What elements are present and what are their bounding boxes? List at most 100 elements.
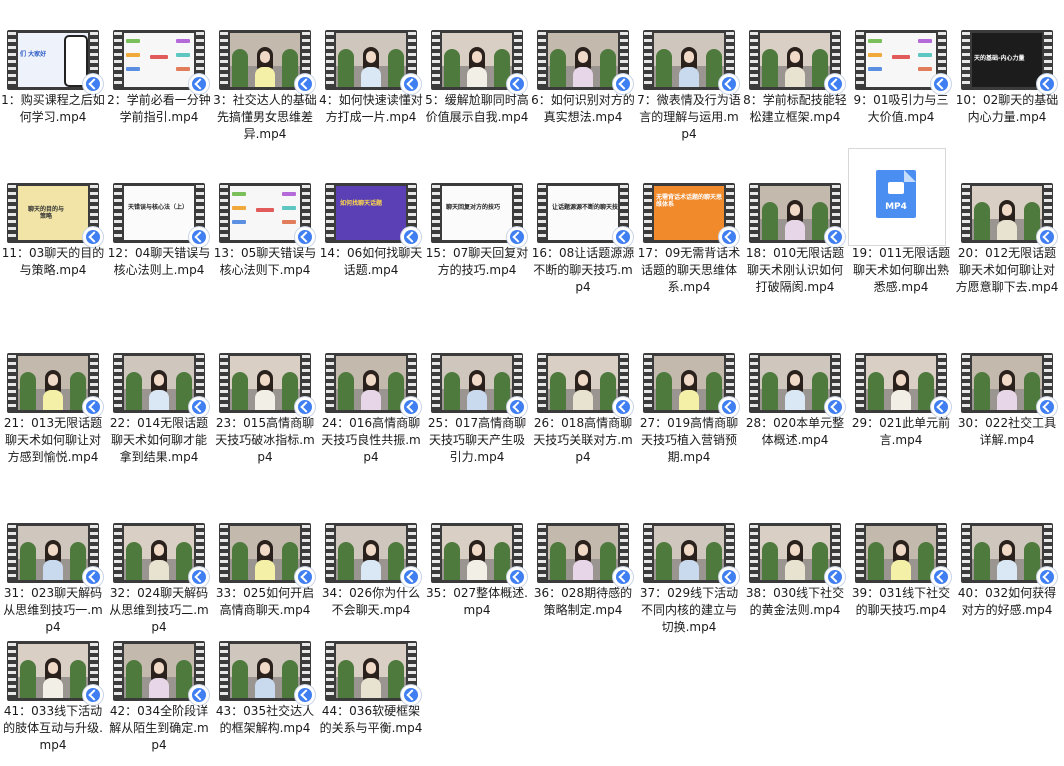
video-thumbnail[interactable]: 如何找聊天话题 [325,183,421,247]
plant-bg [974,372,990,410]
video-thumbnail[interactable]: MP4 [848,148,947,246]
video-thumbnail[interactable]: 无需背话术话题的聊天思维体系 [643,183,739,247]
file-name-label[interactable]: 38：030线下社交的黄金法则.mp4 [742,585,848,619]
file-name-label[interactable]: 20：012无限话题聊天术如何聊让对方愿意聊下去.mp4 [954,245,1060,296]
video-thumbnail[interactable] [749,183,845,247]
video-thumbnail[interactable] [219,523,315,587]
file-name-label[interactable]: 2：学前必看一分钟学前指引.mp4 [106,92,212,126]
file-name-label[interactable]: 44：036软硬框架的关系与平衡.mp4 [318,703,424,737]
file-name-label[interactable]: 17：09无需背话术话题的聊天思维体系.mp4 [636,245,742,296]
file-name-label[interactable]: 3：社交达人的基础先搞懂男女思维差异.mp4 [212,92,318,143]
file-name-label[interactable]: 5：缓解尬聊同时高价值展示自我.mp4 [424,92,530,126]
mp4-file-icon[interactable]: MP4 [848,148,946,246]
video-thumbnail[interactable] [855,353,951,417]
file-name-label[interactable]: 18：010无限话题聊天术刚认识如何打破隔阂.mp4 [742,245,848,296]
video-thumbnail[interactable] [219,30,315,94]
video-thumbnail[interactable]: 们 大家好 [7,30,103,94]
video-thumbnail[interactable] [855,30,951,94]
video-thumbnail[interactable] [749,353,845,417]
video-thumbnail[interactable] [537,353,633,417]
video-thumbnail[interactable] [961,353,1057,417]
video-thumbnail[interactable]: 聊天的目的与策略 [7,183,103,247]
video-thumbnail[interactable] [643,30,739,94]
file-name-label[interactable]: 14：06如何找聊天话题.mp4 [318,245,424,279]
presenter-figure [361,370,381,410]
video-thumbnail[interactable] [219,353,315,417]
presenter-figure [997,200,1017,240]
video-thumbnail[interactable] [113,353,209,417]
file-name-label[interactable]: 16：08让话题源源不断的聊天技巧.mp4 [530,245,636,296]
file-name-label[interactable]: 40：032如何获得对方的好感.mp4 [954,585,1060,619]
video-thumbnail[interactable] [219,641,315,705]
file-name-label[interactable]: 43：035社交达人的框架解构.mp4 [212,703,318,737]
video-thumbnail[interactable] [113,641,209,705]
file-name-label[interactable]: 28：020本单元整体概述.mp4 [742,415,848,449]
file-name-label[interactable]: 26：018高情商聊天技巧关联对方.mp4 [530,415,636,466]
file-name-label[interactable]: 32：024聊天解码从思维到技巧二.mp4 [106,585,212,636]
presenter-figure [785,47,805,87]
file-name-label[interactable]: 25：017高情商聊天技巧聊天产生吸引力.mp4 [424,415,530,466]
file-name-label[interactable]: 12：04聊天错误与核心法则上.mp4 [106,245,212,279]
video-thumbnail[interactable] [643,523,739,587]
video-thumbnail[interactable] [961,183,1057,247]
video-thumbnail[interactable] [431,30,527,94]
video-thumbnail[interactable] [219,183,315,247]
video-thumbnail[interactable] [325,523,421,587]
file-name-label[interactable]: 35：027整体概述.mp4 [424,585,530,619]
file-name-label[interactable]: 15：07聊天回复对方的技巧.mp4 [424,245,530,279]
file-name-label[interactable]: 29：021此单元前言.mp4 [848,415,954,449]
shortcut-arrow-icon [507,227,527,247]
shortcut-arrow-icon [1037,227,1057,247]
video-thumbnail[interactable] [113,30,209,94]
video-thumbnail[interactable] [855,523,951,587]
file-name-label[interactable]: 34：026你为什么不会聊天.mp4 [318,585,424,619]
file-name-label[interactable]: 9：01吸引力与三大价值.mp4 [848,92,954,126]
video-thumbnail[interactable]: 让话题源源不断的聊天技巧 [537,183,633,247]
file-name-label[interactable]: 37：029线下活动不同内核的建立与切换.mp4 [636,585,742,636]
video-thumbnail[interactable] [961,523,1057,587]
video-thumbnail[interactable] [7,641,103,705]
video-thumbnail[interactable] [749,30,845,94]
plant-bg [126,660,142,698]
video-thumbnail[interactable] [7,353,103,417]
file-name-label[interactable]: 31：023聊天解码从思维到技巧一.mp4 [0,585,106,636]
file-name-label[interactable]: 8：学前标配技能轻松建立框架.mp4 [742,92,848,126]
video-thumbnail[interactable]: 聊天回复对方的技巧 [431,183,527,247]
file-name-label[interactable]: 42：034全阶段详解从陌生到确定.mp4 [106,703,212,754]
presenter-figure [43,540,63,580]
video-thumbnail[interactable] [325,30,421,94]
file-name-label[interactable]: 27：019高情商聊天技巧植入营销预期.mp4 [636,415,742,466]
video-thumbnail[interactable]: 天的基础-内心力量 [961,30,1057,94]
file-name-label[interactable]: 33：025如何开启高情商聊天.mp4 [212,585,318,619]
video-thumbnail[interactable] [431,353,527,417]
video-thumbnail[interactable] [113,523,209,587]
video-frame [654,356,724,410]
file-name-label[interactable]: 7：微表情及行为语言的理解与运用.mp4 [636,92,742,143]
file-name-label[interactable]: 41：033线下活动的肢体互动与升级.mp4 [0,703,106,754]
file-name-label[interactable]: 24：016高情商聊天技巧良性共振.mp4 [318,415,424,466]
shortcut-arrow-icon [295,397,315,417]
file-name-label[interactable]: 1：购买课程之后如何学习.mp4 [0,92,106,126]
shortcut-arrow-icon [401,567,421,587]
file-name-label[interactable]: 23：015高情商聊天技巧破冰指标.mp4 [212,415,318,466]
file-name-label[interactable]: 19：011无限话题聊天术如何聊出熟悉感.mp4 [848,245,954,296]
file-name-label[interactable]: 6：如何识别对方的真实想法.mp4 [530,92,636,126]
file-name-label[interactable]: 21：013无限话题聊天术如何聊让对方感到愉悦.mp4 [0,415,106,466]
file-name-label[interactable]: 4：如何快速读懂对方打成一片.mp4 [318,92,424,126]
video-thumbnail[interactable]: 天错误与核心法（上） [113,183,209,247]
file-name-label[interactable]: 36：028期待感的策略制定.mp4 [530,585,636,619]
video-thumbnail[interactable] [325,353,421,417]
file-name-label[interactable]: 10：02聊天的基础内心力量.mp4 [954,92,1060,126]
file-name-label[interactable]: 30：022社交工具详解.mp4 [954,415,1060,449]
video-thumbnail[interactable] [537,30,633,94]
file-name-label[interactable]: 39：031线下社交的聊天技巧.mp4 [848,585,954,619]
file-name-label[interactable]: 22：014无限话题聊天术如何聊才能拿到结果.mp4 [106,415,212,466]
video-thumbnail[interactable] [749,523,845,587]
file-name-label[interactable]: 11：03聊天的目的与策略.mp4 [0,245,106,279]
video-thumbnail[interactable] [7,523,103,587]
file-name-label[interactable]: 13：05聊天错误与核心法则下.mp4 [212,245,318,279]
video-thumbnail[interactable] [643,353,739,417]
video-thumbnail[interactable] [431,523,527,587]
video-thumbnail[interactable] [537,523,633,587]
video-thumbnail[interactable] [325,641,421,705]
